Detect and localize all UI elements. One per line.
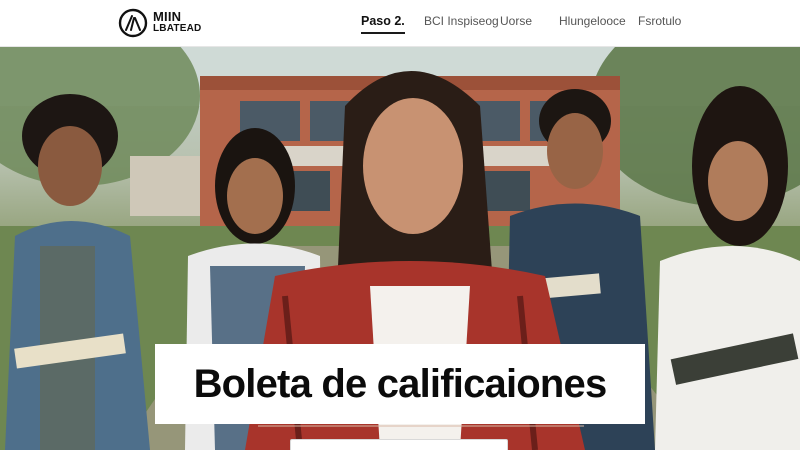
nav-item-paso-2[interactable]: Paso 2.: [361, 14, 405, 34]
logo-emblem-icon: [118, 8, 148, 38]
hero-title-box: Boleta de calificaiones: [155, 344, 645, 424]
nav-item-1[interactable]: BCI Inspiseog: [424, 14, 499, 28]
top-header: MIIN LBATEAD Paso 2. BCI Inspiseog Uorse…: [0, 0, 800, 47]
logo-wordmark: MIIN LBATEAD: [153, 9, 202, 35]
nav-item-4[interactable]: Fsrotulo: [638, 14, 681, 28]
logo-line-2: LBATEAD: [153, 23, 202, 34]
logo-line-1: MIIN: [153, 9, 182, 24]
nav-item-3[interactable]: Hlungelooce: [559, 14, 626, 28]
hero-title: Boleta de calificaiones: [193, 361, 608, 406]
hero-banner: Boleta de calificaiones: [0, 46, 800, 450]
nav-item-2[interactable]: Uorse: [500, 14, 532, 28]
search-box[interactable]: [290, 439, 508, 450]
logo[interactable]: MIIN LBATEAD: [118, 7, 201, 39]
